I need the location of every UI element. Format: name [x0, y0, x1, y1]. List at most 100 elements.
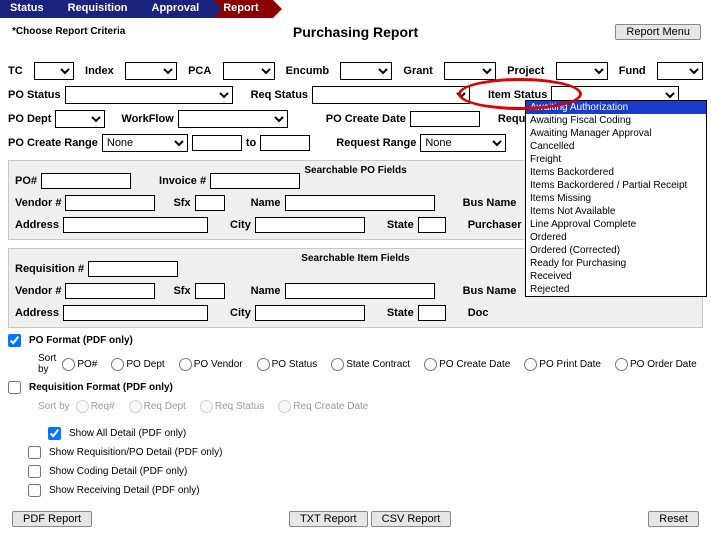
po-sort-po-create-date[interactable]: PO Create Date	[424, 358, 510, 371]
ivendor-label: Vendor #	[15, 285, 61, 297]
po-create-range-select[interactable]: None	[102, 134, 188, 152]
item-status-option[interactable]: Ready for Purchasing	[526, 257, 706, 270]
request-range-label: Request Range	[336, 137, 416, 149]
address-label: Address	[15, 219, 59, 231]
po-format-check[interactable]	[8, 334, 21, 347]
isfx-label: Sfx	[173, 285, 190, 297]
po-num-input[interactable]	[41, 173, 131, 189]
reset-button[interactable]: Reset	[648, 511, 699, 527]
iaddress-input[interactable]	[63, 305, 208, 321]
grant-select[interactable]	[444, 62, 496, 80]
encumb-label: Encumb	[286, 65, 329, 77]
index-select[interactable]	[125, 62, 177, 80]
po-sort-po-status[interactable]: PO Status	[257, 358, 318, 371]
item-status-option[interactable]: Rejected	[526, 283, 706, 296]
istate-label: State	[387, 307, 414, 319]
icity-input[interactable]	[255, 305, 365, 321]
csv-report-button[interactable]: CSV Report	[371, 511, 452, 527]
po-status-select[interactable]	[65, 86, 233, 104]
project-label: Project	[507, 65, 544, 77]
ivendor-input[interactable]	[65, 283, 155, 299]
po-sort-po-order-date[interactable]: PO Order Date	[615, 358, 697, 371]
chk-coding-label: Show Coding Detail (PDF only)	[49, 466, 187, 477]
item-status-option[interactable]: Items Backordered	[526, 166, 706, 179]
txt-report-button[interactable]: TXT Report	[289, 511, 368, 527]
po-sort-po-print-date[interactable]: PO Print Date	[524, 358, 601, 371]
encumb-select[interactable]	[340, 62, 392, 80]
ibusname-label: Bus Name	[463, 285, 517, 297]
chk-recv-detail[interactable]	[28, 484, 41, 497]
iname-label: Name	[251, 285, 281, 297]
req-status-label: Req Status	[251, 89, 308, 101]
chk-coding-detail[interactable]	[28, 465, 41, 478]
req-sort-req-create-date: Req Create Date	[278, 400, 368, 413]
doc-label: Doc	[468, 307, 489, 319]
sfx-input[interactable]	[195, 195, 225, 211]
name-input[interactable]	[285, 195, 435, 211]
req-status-select[interactable]	[312, 86, 470, 104]
tab-approval[interactable]: Approval	[142, 0, 214, 18]
fund-select[interactable]	[657, 62, 703, 80]
chk-reqpo-label: Show Requisition/PO Detail (PDF only)	[49, 447, 222, 458]
vendor-label: Vendor #	[15, 197, 61, 209]
city-input[interactable]	[255, 217, 365, 233]
pca-select[interactable]	[223, 62, 275, 80]
workflow-select[interactable]	[178, 110, 288, 128]
po-sort-state-contract[interactable]: State Contract	[331, 358, 410, 371]
invoice-input[interactable]	[210, 173, 300, 189]
po-dept-select[interactable]	[55, 110, 105, 128]
iaddress-label: Address	[15, 307, 59, 319]
state-label: State	[387, 219, 414, 231]
item-status-option[interactable]: Awaiting Manager Approval	[526, 127, 706, 140]
po-sort-po-[interactable]: PO#	[62, 358, 97, 371]
po-sort-po-vendor[interactable]: PO Vendor	[179, 358, 243, 371]
report-menu-button[interactable]: Report Menu	[615, 24, 701, 40]
state-input[interactable]	[418, 217, 446, 233]
chk-reqpo-detail[interactable]	[28, 446, 41, 459]
po-create-date-input[interactable]	[410, 111, 480, 127]
criteria-label: *Choose Report Criteria	[12, 26, 125, 37]
grant-label: Grant	[403, 65, 432, 77]
req-num-label: Requisition #	[15, 263, 84, 275]
chk-all-label: Show All Detail (PDF only)	[69, 428, 186, 439]
tab-status[interactable]: Status	[0, 0, 58, 18]
item-status-option[interactable]: Items Missing	[526, 192, 706, 205]
item-status-option[interactable]: Awaiting Authorization	[526, 101, 706, 114]
project-select[interactable]	[556, 62, 608, 80]
tab-requisition[interactable]: Requisition	[58, 0, 142, 18]
request-range-select[interactable]: None	[420, 134, 506, 152]
iname-input[interactable]	[285, 283, 435, 299]
po-range-to-label: to	[246, 137, 256, 149]
po-sort-po-dept[interactable]: PO Dept	[111, 358, 164, 371]
fund-label: Fund	[619, 65, 646, 77]
po-range-from-input[interactable]	[192, 135, 242, 151]
address-input[interactable]	[63, 217, 208, 233]
po-num-label: PO#	[15, 175, 37, 187]
item-status-dropdown[interactable]: Awaiting AuthorizationAwaiting Fiscal Co…	[525, 100, 707, 297]
po-range-to-input[interactable]	[260, 135, 310, 151]
item-status-option[interactable]: Line Approval Complete	[526, 218, 706, 231]
chk-all-detail[interactable]	[48, 427, 61, 440]
index-label: Index	[85, 65, 114, 77]
invoice-label: Invoice #	[159, 175, 206, 187]
chk-recv-label: Show Receiving Detail (PDF only)	[49, 485, 200, 496]
item-status-option[interactable]: Received	[526, 270, 706, 283]
item-status-option[interactable]: Items Backordered / Partial Receipt	[526, 179, 706, 192]
po-sortby-label: Sort by	[38, 353, 56, 375]
purchaser-label: Purchaser	[468, 219, 522, 231]
vendor-input[interactable]	[65, 195, 155, 211]
tc-select[interactable]	[34, 62, 74, 80]
item-status-option[interactable]: Ordered (Corrected)	[526, 244, 706, 257]
item-status-option[interactable]: Ordered	[526, 231, 706, 244]
item-status-option[interactable]: Freight	[526, 153, 706, 166]
pdf-report-button[interactable]: PDF Report	[12, 511, 92, 527]
req-sort-req-: Req#	[76, 400, 115, 413]
req-format-check[interactable]	[8, 381, 21, 394]
busname-label: Bus Name	[463, 197, 517, 209]
req-num-input[interactable]	[88, 261, 178, 277]
item-status-option[interactable]: Items Not Available	[526, 205, 706, 218]
isfx-input[interactable]	[195, 283, 225, 299]
item-status-option[interactable]: Cancelled	[526, 140, 706, 153]
istate-input[interactable]	[418, 305, 446, 321]
item-status-option[interactable]: Awaiting Fiscal Coding	[526, 114, 706, 127]
